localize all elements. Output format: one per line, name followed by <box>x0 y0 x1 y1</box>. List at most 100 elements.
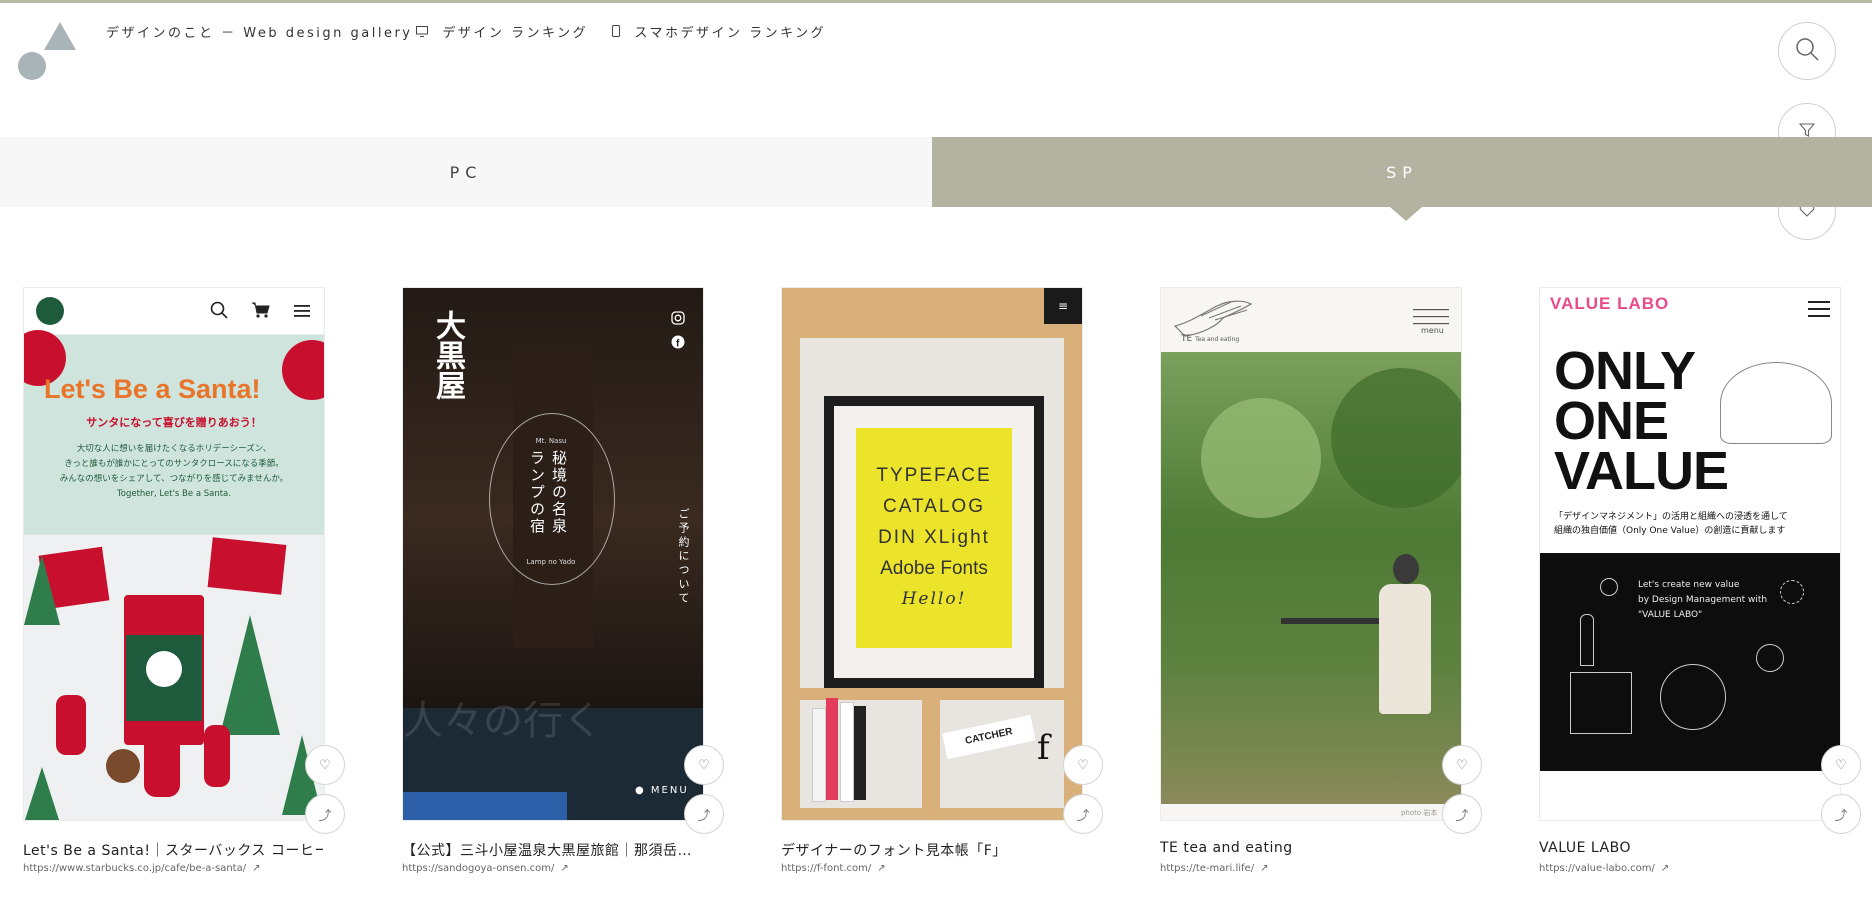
gallery-card[interactable]: Let's Be a Santa! サンタになって喜びを贈りあおう！ 大切な人に… <box>23 287 345 874</box>
shot-body-line: みんなの想いをシェアして、つながりを感じてみませんか。 <box>59 474 289 484</box>
shot-photo-strip <box>403 792 567 820</box>
book-shape <box>826 698 838 800</box>
shot-logo: VALUE LABO <box>1550 294 1670 313</box>
share-button[interactable]: ⤴ <box>1442 794 1482 834</box>
nav-sp-ranking-link[interactable]: スマホデザイン ランキング <box>612 22 826 41</box>
cup-logo-shape <box>146 651 182 687</box>
hamburger-menu-icon <box>1808 300 1830 322</box>
shot-brand: TE Tea and eating <box>1181 334 1239 344</box>
hamburger-menu-icon <box>294 303 310 322</box>
person-body-shape <box>1379 584 1431 714</box>
card-url-text: https://sandogoya-onsen.com/ <box>402 863 555 874</box>
monitor-icon <box>416 26 434 40</box>
headline-line: ONLY <box>1554 341 1696 401</box>
gallery-card[interactable]: VALUE LABO ONLY ONE VALUE 「デザインマネジメント」の活… <box>1539 287 1861 874</box>
favorite-button[interactable]: ♡ <box>1821 745 1861 785</box>
flower-sketch-shape <box>1756 644 1784 672</box>
shot-body: 大切な人に想いを届けたくなるホリデーシーズン、 きっと誰もが誰かにとってのサンタ… <box>24 442 324 502</box>
share-icon: ⤴ <box>318 808 332 824</box>
heart-icon: ♡ <box>1456 757 1468 773</box>
foliage-shape <box>1201 398 1321 518</box>
share-icon: ⤴ <box>697 808 711 824</box>
favorite-button[interactable]: ♡ <box>684 745 724 785</box>
book-shape <box>812 708 826 802</box>
card-url-text: https://value-labo.com/ <box>1539 863 1655 874</box>
santa-figure-shape <box>144 727 180 797</box>
card-url[interactable]: https://value-labo.com/ ↗ <box>1539 863 1669 874</box>
nav-home-link[interactable]: デザインのこと － Web design gallery <box>106 22 412 41</box>
sun-sketch-shape <box>1780 580 1804 604</box>
card-screenshot[interactable]: 大黒屋 f Mt. Nasu 秘境の名泉 ランプの宿 Lamp no Yado … <box>402 287 704 821</box>
tree-shape <box>24 767 60 820</box>
card-title[interactable]: TE tea and eating <box>1160 840 1460 856</box>
card-url-text: https://www.starbucks.co.jp/cafe/be-a-sa… <box>23 863 247 874</box>
shot-tagline: 「デザインマネジメント」の活用と組織への浸透を通して 組織の独自価値（Only … <box>1554 510 1788 538</box>
card-title[interactable]: Let's Be a Santa!｜スターバックス コーヒー… <box>23 840 323 860</box>
card-screenshot[interactable]: ≡ TYPEFACE CATALOG DIN XLight Adobe Font… <box>781 287 1083 821</box>
shot-hero-bg <box>24 335 324 535</box>
card-title[interactable]: デザイナーのフォント見本帳「F」 <box>781 840 1081 860</box>
panel-line: Let's create new value <box>1638 580 1740 590</box>
shot-headline: ONLY ONE VALUE <box>1554 341 1729 498</box>
card-screenshot[interactable]: TE Tea and eating menu photo 岩本 <box>1160 287 1462 821</box>
planet-sketch-shape <box>1600 578 1618 596</box>
shot-reservation-link: ご予約について <box>677 508 690 606</box>
card-screenshot[interactable]: Let's Be a Santa! サンタになって喜びを贈りあおう！ 大切な人に… <box>23 287 325 821</box>
card-screenshot[interactable]: VALUE LABO ONLY ONE VALUE 「デザインマネジメント」の活… <box>1539 287 1841 821</box>
favorite-button[interactable]: ♡ <box>1063 745 1103 785</box>
brand-tagline: Tea and eating <box>1195 336 1240 343</box>
hamburger-menu-icon: ≡ <box>1044 288 1082 324</box>
tab-pc-label: PC <box>449 162 483 182</box>
share-button[interactable]: ⤴ <box>1063 794 1103 834</box>
gallery-card[interactable]: ≡ TYPEFACE CATALOG DIN XLight Adobe Font… <box>781 287 1103 874</box>
machine-sketch-shape <box>1570 672 1632 734</box>
poster-line: DIN XLight <box>878 527 990 548</box>
shot-logo: 大黒屋 <box>430 310 465 400</box>
share-button[interactable]: ⤴ <box>305 794 345 834</box>
nav-design-ranking-link[interactable]: デザイン ランキング <box>416 22 588 41</box>
book-shape <box>840 702 854 802</box>
poster-text: TYPEFACE CATALOG DIN XLight Adobe Fonts … <box>856 460 1012 615</box>
shot-body-line: 大切な人に想いを届けたくなるホリデーシーズン、 <box>76 444 272 454</box>
favorite-button[interactable]: ♡ <box>1442 745 1482 785</box>
external-link-icon: ↗ <box>560 863 569 874</box>
tree-shape <box>24 555 60 625</box>
tagline-line: 「デザインマネジメント」の活用と組織への浸透を通して <box>1554 512 1788 522</box>
search-icon <box>210 301 228 323</box>
shot-sub-label: Lamp no Yado <box>526 558 576 566</box>
search-button[interactable] <box>1778 22 1836 80</box>
panel-line: by Design Management with <box>1638 595 1768 605</box>
shot-menu-label: menu <box>1421 326 1444 335</box>
card-url-text: https://te-mari.life/ <box>1160 863 1255 874</box>
instagram-icon <box>671 310 685 329</box>
favorite-button[interactable]: ♡ <box>305 745 345 785</box>
site-logo[interactable] <box>16 22 78 82</box>
nav-home-label: デザインのこと － Web design gallery <box>106 26 413 41</box>
card-title[interactable]: 【公式】三斗小屋温泉大黒屋旅館｜那須岳… <box>402 840 702 860</box>
figure-shape <box>56 695 86 755</box>
tab-sp[interactable]: SP <box>932 137 1872 207</box>
heart-icon: ♡ <box>319 757 331 773</box>
shot-body-line: きっと誰もが誰かにとってのサンタクロースになる季節。 <box>64 459 284 469</box>
gallery-card[interactable]: TE Tea and eating menu photo 岩本 ♡ ⤴ TE t… <box>1160 287 1482 874</box>
gallery-card[interactable]: 大黒屋 f Mt. Nasu 秘境の名泉 ランプの宿 Lamp no Yado … <box>402 287 724 874</box>
share-button[interactable]: ⤴ <box>1821 794 1861 834</box>
share-icon: ⤴ <box>1455 808 1469 824</box>
external-link-icon: ↗ <box>1260 863 1269 874</box>
tab-pc[interactable]: PC <box>0 137 932 207</box>
starbucks-logo-icon <box>36 297 64 325</box>
card-url[interactable]: https://f-font.com/ ↗ <box>781 863 886 874</box>
card-url[interactable]: https://www.starbucks.co.jp/cafe/be-a-sa… <box>23 863 261 874</box>
share-icon: ⤴ <box>1834 808 1848 824</box>
tab-sp-label: SP <box>1386 162 1418 182</box>
logo-circle-shape <box>18 52 46 80</box>
shot-mt-label: Mt. Nasu <box>535 437 567 445</box>
share-icon: ⤴ <box>1076 808 1090 824</box>
nav-design-ranking-label: デザイン ランキング <box>442 26 589 41</box>
card-url[interactable]: https://te-mari.life/ ↗ <box>1160 863 1268 874</box>
card-title[interactable]: VALUE LABO <box>1539 840 1839 856</box>
gear-sketch-shape <box>1660 664 1726 730</box>
share-button[interactable]: ⤴ <box>684 794 724 834</box>
shot-panel-text: Let's create new value by Design Managem… <box>1638 578 1767 623</box>
card-url[interactable]: https://sandogoya-onsen.com/ ↗ <box>402 863 569 874</box>
